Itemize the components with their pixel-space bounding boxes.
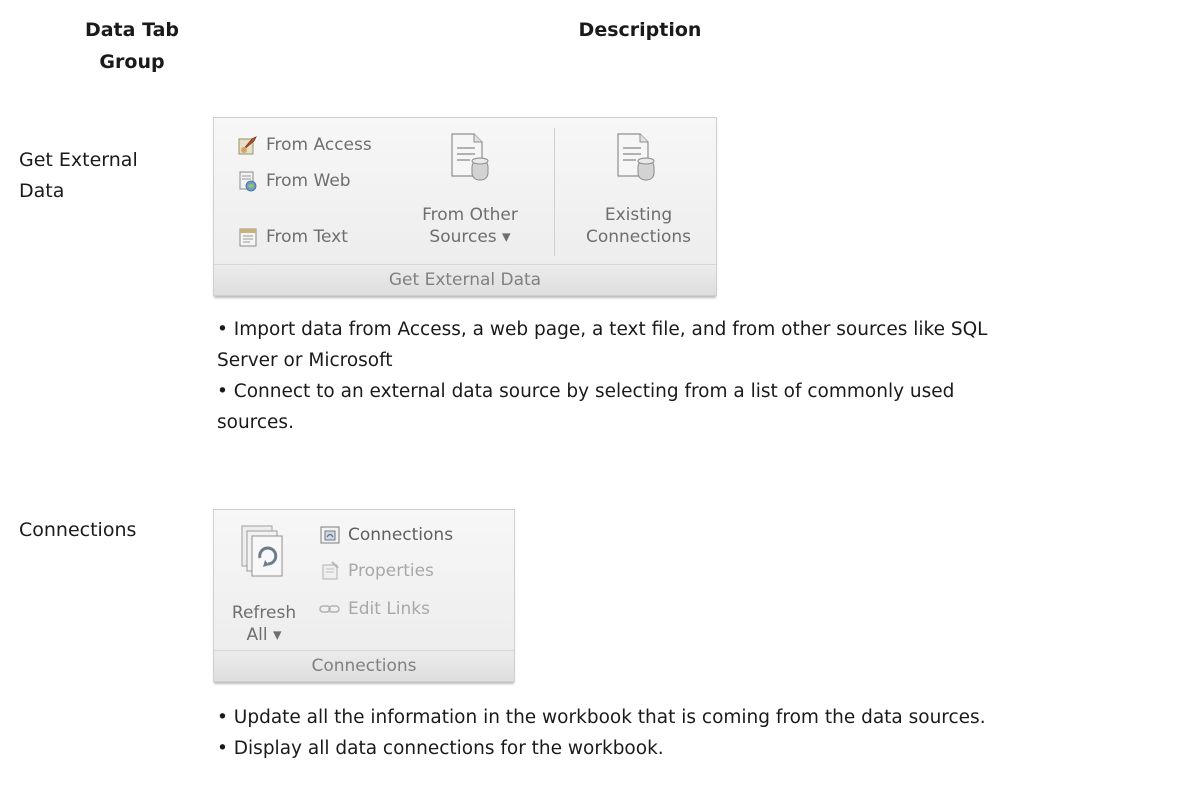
refresh-all-label: Refresh All ▾: [218, 602, 310, 646]
edit-links-label: Edit Links: [348, 599, 430, 619]
existing-connections-label-line2: Connections: [585, 227, 692, 247]
from-access-label: From Access: [266, 135, 372, 155]
description-line: • Import data from Access, a web page, a…: [217, 319, 988, 340]
connections-description: • Update all the information in the work…: [217, 702, 1197, 764]
properties-label: Properties: [348, 561, 434, 581]
from-other-sources-button[interactable]: From Other Sources ▾: [404, 126, 536, 250]
from-text-button[interactable]: From Text: [236, 222, 348, 252]
column-header-group: Data Tab Group: [62, 14, 202, 78]
row-label-line: Get External: [19, 149, 138, 171]
properties-icon: [322, 561, 339, 580]
get-external-data-description: • Import data from Access, a web page, a…: [217, 314, 1197, 438]
chain-link-icon: [319, 605, 340, 613]
from-web-button[interactable]: From Web: [236, 166, 351, 196]
from-other-sources-label-line1: From Other: [422, 205, 518, 225]
column-header-group-line1: Data Tab: [84, 19, 180, 41]
row-label-line: Data: [19, 180, 65, 202]
web-page-icon: [239, 171, 257, 192]
from-text-label: From Text: [266, 227, 348, 247]
column-header-group-line2: Group: [99, 51, 165, 73]
existing-connections-label: Existing Connections: [566, 204, 711, 248]
description-line: Server or Microsoft: [217, 350, 393, 371]
from-other-sources-label: From Other Sources ▾: [404, 204, 536, 248]
properties-button[interactable]: Properties: [318, 556, 434, 586]
database-sheet-icon: [451, 133, 489, 181]
refresh-icon: [241, 525, 283, 577]
refresh-all-label-line1: Refresh: [231, 603, 297, 623]
from-other-sources-label-line2: Sources ▾: [429, 227, 511, 247]
description-line: • Display all data connections for the w…: [217, 738, 664, 759]
refresh-all-button[interactable]: Refresh All ▾: [218, 518, 310, 646]
ribbon-group-title: Connections: [214, 650, 514, 681]
edit-links-button[interactable]: Edit Links: [318, 594, 430, 624]
get-external-data-ribbon: From Access From Web From Text From Othe…: [213, 117, 717, 296]
connections-button[interactable]: Connections: [318, 520, 453, 550]
from-access-button[interactable]: From Access: [236, 130, 372, 160]
access-db-icon: [238, 136, 257, 155]
description-line: • Update all the information in the work…: [217, 707, 986, 728]
existing-connections-label-line1: Existing: [604, 205, 673, 225]
connection-sheet-icon: [617, 133, 655, 181]
ribbon-separator: [554, 128, 555, 256]
row-label-connections: Connections: [19, 519, 137, 541]
description-line: • Connect to an external data source by …: [217, 381, 955, 402]
connections-ribbon: Refresh All ▾ Connections Properties Edi…: [213, 509, 515, 682]
connections-label: Connections: [348, 525, 454, 545]
ribbon-group-title: Get External Data: [214, 264, 716, 295]
text-file-icon: [239, 228, 257, 247]
from-web-label: From Web: [266, 171, 351, 191]
column-header-description: Description: [578, 19, 702, 41]
connections-icon: [320, 526, 340, 544]
existing-connections-button[interactable]: Existing Connections: [566, 126, 711, 250]
description-line: sources.: [217, 412, 294, 433]
refresh-all-label-line2: All ▾: [246, 625, 282, 645]
row-label-get-external-data: Get External Data: [19, 145, 138, 207]
